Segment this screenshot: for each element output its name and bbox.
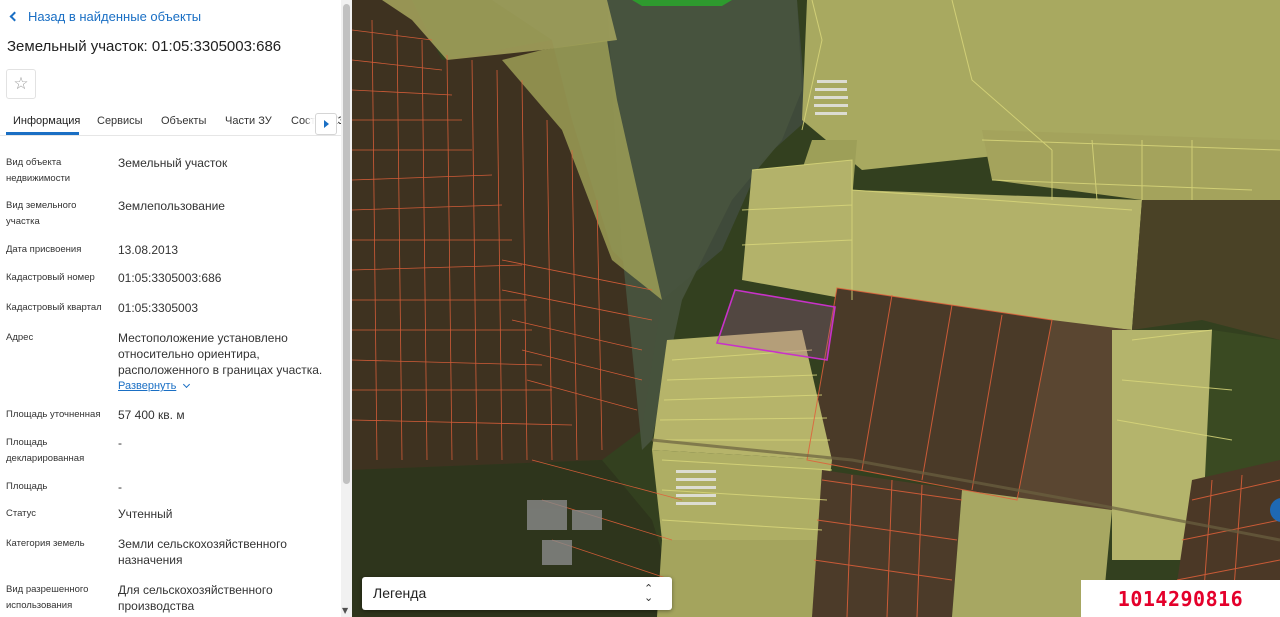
info-panel: Назад в найденные объекты Земельный учас… xyxy=(0,0,352,617)
chevron-up-down-icon: ⌃ ⌄ xyxy=(644,582,654,604)
app-root: Назад в найденные объекты Земельный учас… xyxy=(0,0,1280,617)
legend-label: Легенда xyxy=(373,585,427,601)
field-value: Учтенный xyxy=(118,507,173,521)
tab-objects[interactable]: Объекты xyxy=(161,115,206,127)
field-value: 01:05:3305003:686 xyxy=(118,271,222,285)
satellite-map-image xyxy=(352,0,1280,617)
scroll-down-arrow-icon[interactable]: ▼ xyxy=(342,606,348,615)
active-tab-indicator xyxy=(6,132,79,135)
field-value: 57 400 кв. м xyxy=(118,408,185,422)
page-title: Земельный участок: 01:05:3305003:686 xyxy=(7,38,282,55)
expand-label: Развернуть xyxy=(118,380,177,392)
field-label: Дата присвоения xyxy=(6,244,82,255)
tab-services[interactable]: Сервисы xyxy=(97,115,143,127)
field-value: - xyxy=(118,436,122,450)
favorite-button[interactable]: ☆ xyxy=(6,69,36,99)
field-value: Землепользование xyxy=(118,199,225,213)
field-label: Вид объекта недвижимости xyxy=(6,157,71,184)
cadastral-map[interactable] xyxy=(352,0,1280,617)
field-value: 13.08.2013 xyxy=(118,243,179,257)
tab-bar: Информация Сервисы Объекты Части ЗУ Сост… xyxy=(0,108,341,136)
legend-dropdown[interactable]: Легенда ⌃ ⌄ xyxy=(362,577,672,610)
back-link-label: Назад в найденные объекты xyxy=(28,9,202,24)
field-label: Статус xyxy=(6,508,37,519)
field-label: Категория земель xyxy=(6,538,85,549)
scrollbar-thumb[interactable] xyxy=(343,4,350,484)
field-label: Вид земельного участка xyxy=(6,200,77,227)
field-label: Площадь декларированная xyxy=(6,437,85,464)
field-value: - xyxy=(118,480,122,494)
field-value: Местоположение установлено относительно … xyxy=(118,331,323,377)
listing-id-watermark: 1014290816 xyxy=(1081,580,1280,617)
tabs-scroll-right-button[interactable] xyxy=(315,113,337,135)
field-label: Вид разрешенного использования xyxy=(6,584,89,611)
field-label: Площадь уточненная xyxy=(6,409,101,420)
panel-scrollbar[interactable]: ▼ xyxy=(341,0,352,617)
chevron-right-icon xyxy=(323,120,329,128)
field-label: Кадастровый квартал xyxy=(6,302,102,313)
field-value: Земельный участок xyxy=(118,156,228,170)
expand-address-link[interactable]: Развернуть xyxy=(118,380,191,392)
field-label: Площадь xyxy=(6,481,48,492)
back-link[interactable]: Назад в найденные объекты xyxy=(8,9,201,24)
field-value: Для сельскохозяйственного производства xyxy=(118,583,273,613)
tab-parts[interactable]: Части ЗУ xyxy=(225,115,272,127)
chevron-down-icon xyxy=(183,380,191,389)
field-label: Кадастровый номер xyxy=(6,272,95,283)
star-icon: ☆ xyxy=(13,74,29,94)
tab-info[interactable]: Информация xyxy=(13,115,80,127)
chevron-left-icon xyxy=(9,11,20,22)
field-value: Земли сельскохозяйственного назначения xyxy=(118,537,287,567)
field-value: 01:05:3305003 xyxy=(118,301,199,315)
field-label: Адрес xyxy=(6,332,34,343)
